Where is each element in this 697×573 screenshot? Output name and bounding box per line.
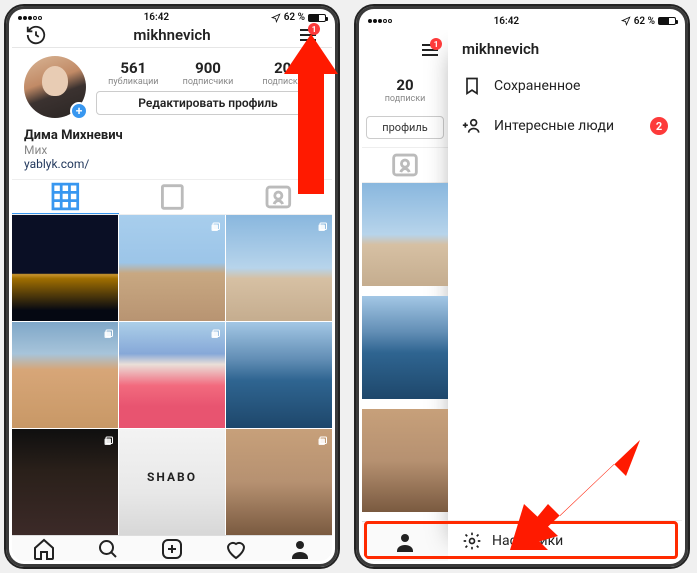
stat-following[interactable]: 20 подписки [362, 68, 448, 112]
tab-tagged[interactable] [225, 180, 332, 214]
grid-photo[interactable] [119, 215, 225, 321]
nav-profile[interactable] [288, 537, 312, 561]
battery-percent: 62 % [284, 12, 305, 23]
grid-photo[interactable]: SHABO [119, 429, 225, 535]
grid-photo[interactable] [226, 322, 332, 428]
status-bar: 16:42 62 % [12, 12, 332, 23]
profile-tabs [12, 179, 332, 215]
edit-profile-button-fragment[interactable]: профиль [366, 116, 444, 139]
bio-name: Дима Михневич [24, 128, 320, 143]
drawer-item-label: Интересные люди [494, 118, 614, 134]
grid-photo[interactable] [226, 429, 332, 535]
signal-icon [368, 19, 392, 23]
battery-icon [658, 17, 676, 25]
nav-add[interactable] [160, 537, 184, 561]
drawer-settings[interactable]: Настройки [448, 520, 682, 561]
phone-left: 16:42 62 % mikhnevich [4, 4, 340, 569]
grid-photo[interactable] [12, 215, 118, 321]
nav-activity[interactable] [224, 537, 248, 561]
carousel-icon [316, 219, 328, 231]
edit-profile-button[interactable]: Редактировать профиль [96, 91, 320, 115]
grid-photo[interactable] [226, 215, 332, 321]
carousel-icon [316, 433, 328, 445]
grid-photo[interactable] [119, 322, 225, 428]
nav-search[interactable] [96, 537, 120, 561]
nav-home[interactable] [32, 537, 56, 561]
nav-profile[interactable] [393, 530, 417, 554]
grid-photo[interactable] [362, 296, 448, 399]
carousel-icon [102, 433, 114, 445]
notification-badge: 2 [650, 117, 668, 135]
bio-link[interactable]: yablyk.com/ [24, 157, 320, 171]
tab-feed[interactable] [119, 180, 226, 214]
location-icon [621, 16, 631, 26]
stat-posts[interactable]: 561 публикации [96, 59, 171, 87]
tab-grid[interactable] [12, 180, 119, 214]
phone-right: 16:42 62 % 1 20 [354, 4, 690, 569]
side-drawer: mikhnevich Сохраненное Интересные люди 2 [448, 30, 682, 561]
signal-icon [18, 16, 42, 20]
drawer-item-discover-people[interactable]: Интересные люди 2 [448, 106, 682, 146]
add-person-icon [462, 116, 482, 136]
profile-title: mikhnevich [50, 26, 294, 44]
carousel-icon [102, 326, 114, 338]
tab-tagged[interactable] [362, 147, 448, 183]
grid-photo[interactable] [12, 429, 118, 535]
photo-grid: SHABO [12, 215, 332, 535]
drawer-item-saved[interactable]: Сохраненное [448, 66, 682, 106]
carousel-icon [209, 326, 221, 338]
stat-followers[interactable]: 900 подписчики [171, 59, 246, 87]
profile-nav-bar: mikhnevich 1 [12, 23, 332, 48]
bio: Дима Михневич Мих yablyk.com/ [12, 122, 332, 179]
bottom-nav [12, 535, 332, 561]
profile-underlay: 1 20 подписки профиль [362, 30, 448, 561]
bio-category: Мих [24, 143, 320, 157]
bookmark-icon [462, 76, 482, 96]
status-bar: 16:42 62 % [362, 12, 682, 30]
drawer-item-label: Сохраненное [494, 78, 580, 94]
menu-button[interactable]: 1 [296, 23, 320, 47]
menu-badge: 1 [430, 38, 442, 50]
location-icon [271, 13, 281, 23]
gear-icon [462, 531, 482, 551]
grid-photo[interactable] [12, 322, 118, 428]
carousel-icon [209, 219, 221, 231]
drawer-title: mikhnevich [448, 30, 682, 66]
add-story-icon[interactable]: + [70, 102, 88, 120]
grid-photo[interactable] [362, 183, 448, 286]
status-time: 16:42 [144, 12, 170, 23]
avatar[interactable]: + [24, 56, 86, 118]
drawer-settings-label: Настройки [492, 533, 563, 549]
menu-button[interactable]: 1 [418, 38, 442, 62]
archive-icon[interactable] [25, 24, 47, 46]
battery-percent: 62 % [634, 16, 655, 27]
grid-photo[interactable] [362, 409, 448, 512]
status-time: 16:42 [494, 16, 520, 27]
stat-following[interactable]: 20 подписки [245, 59, 320, 87]
battery-icon [308, 14, 326, 22]
